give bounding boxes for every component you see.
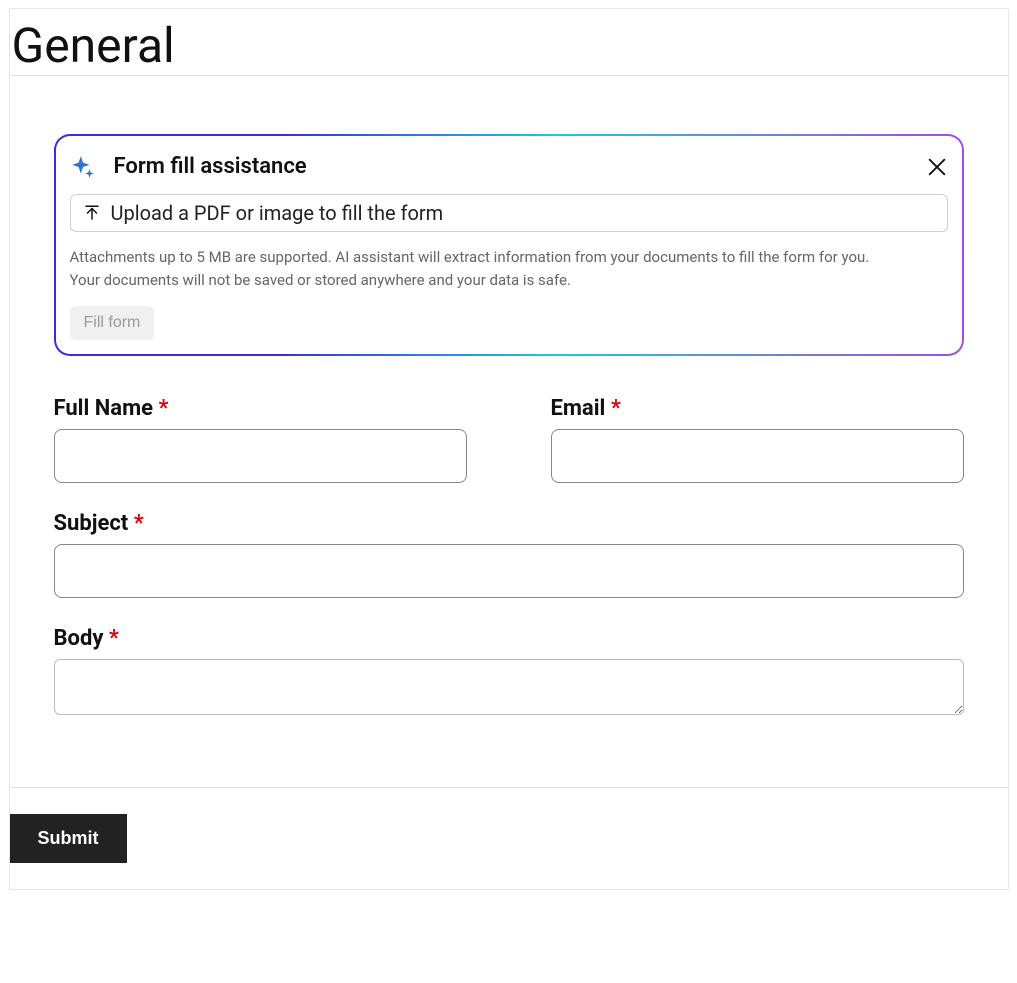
fill-form-button[interactable]: Fill form [70,306,155,340]
form-fill-assistance-panel: Form fill assistance [54,134,964,357]
upload-icon [83,204,101,222]
form-area: Form fill assistance [10,84,1008,788]
assist-help-line-1: Attachments up to 5 MB are supported. AI… [70,246,948,269]
sparkle-icon [70,154,96,180]
body-label: Body * [54,626,964,651]
assist-title: Form fill assistance [114,154,307,179]
subject-label-text: Subject [54,511,129,536]
assist-header-left: Form fill assistance [70,154,307,180]
assist-help-line-2: Your documents will not be saved or stor… [70,269,948,292]
field-subject: Subject * [54,511,964,598]
upload-zone[interactable]: Upload a PDF or image to fill the form [70,194,948,232]
form-container: General Form fill assistance [9,8,1009,890]
subject-label: Subject * [54,511,964,536]
email-label: Email * [551,396,964,421]
fields-row-1: Full Name * Email * [54,396,964,483]
field-body: Body * [54,626,964,719]
assist-header: Form fill assistance [70,154,948,180]
page-title: General [10,17,1008,76]
close-icon[interactable] [926,156,948,178]
full-name-input[interactable] [54,429,467,483]
form-fill-assistance-inner: Form fill assistance [56,136,962,355]
upload-prompt: Upload a PDF or image to fill the form [111,201,444,225]
full-name-label: Full Name * [54,396,467,421]
email-label-text: Email [551,396,606,421]
submit-button[interactable]: Submit [10,814,127,863]
assist-help-text: Attachments up to 5 MB are supported. AI… [70,246,948,293]
required-indicator: * [109,626,119,651]
body-textarea[interactable] [54,659,964,715]
full-name-label-text: Full Name [54,396,154,421]
required-indicator: * [158,396,168,421]
body-label-text: Body [54,626,104,651]
required-indicator: * [134,511,144,536]
required-indicator: * [611,396,621,421]
field-full-name: Full Name * [54,396,467,483]
subject-input[interactable] [54,544,964,598]
field-email: Email * [551,396,964,483]
email-input[interactable] [551,429,964,483]
form-footer: Submit [10,787,1008,889]
